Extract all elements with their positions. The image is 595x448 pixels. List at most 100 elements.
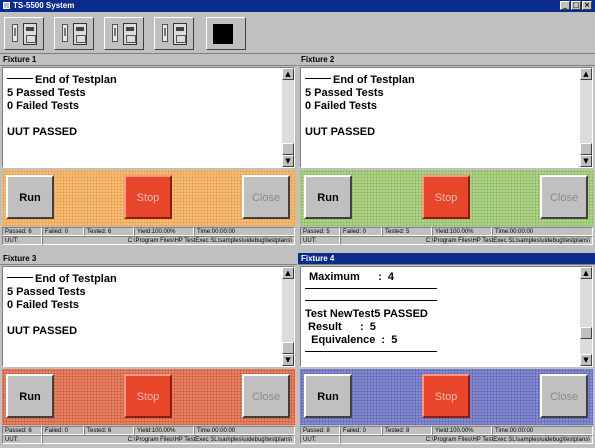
test-log[interactable]: End of Testplan 5 Passed Tests 0 Failed … [2,67,295,168]
scroll-up-icon[interactable]: ▲ [580,267,592,279]
uut-bar: UUT: C:\Program Files\HP TestExec SL\sam… [2,435,295,444]
testplan-path: C:\Program Files\HP TestExec SL\samples\… [42,435,295,444]
log-line: Result : 5 [305,321,376,333]
log-scrollbar[interactable]: ▲ ▼ [282,267,294,366]
close-window-button[interactable]: × [582,1,592,10]
fixture-title: Fixture 4 [298,253,595,265]
uut-label: UUT: [300,236,340,245]
uut-label: UUT: [2,236,42,245]
fixture-2-panel: Fixture 2 End of Testplan 5 Passed Tests… [298,54,595,248]
uut-bar: UUT: C:\Program Files\HP TestExec SL\sam… [300,435,593,444]
test-log[interactable]: End of Testplan 5 Passed Tests 0 Failed … [300,67,593,168]
passed-count: Passed: 8 [300,426,340,435]
run-button[interactable]: Run [304,374,352,418]
test-log[interactable]: Maximum : 4 Test NewTest5 PASSED Result … [300,266,593,367]
uut-bar: UUT: C:\Program Files\HP TestExec SL\sam… [2,236,295,245]
scroll-thumb[interactable] [282,342,294,354]
run-button[interactable]: Run [6,175,54,219]
stop-button[interactable]: Stop [124,374,172,418]
probe-icon [62,24,68,42]
log-line: Equivalence : 5 [305,334,398,346]
tested-count: Tested: 5 [382,227,432,236]
minimize-button[interactable]: _ [560,1,570,10]
passed-count: Passed: 5 [300,227,340,236]
scroll-down-icon[interactable]: ▼ [282,354,294,366]
stop-button[interactable]: Stop [124,175,172,219]
log-line: Test NewTest5 PASSED [305,308,428,320]
close-button[interactable]: Close [242,175,290,219]
close-button[interactable]: Close [540,374,588,418]
probe-icon [162,24,168,42]
fixture-title: Fixture 2 [298,54,595,66]
yield-value: Yield:100.00% [432,426,492,435]
scroll-thumb[interactable] [580,143,592,155]
board-icon [73,23,87,45]
scroll-up-icon[interactable]: ▲ [282,68,294,80]
testplan-path: C:\Program Files\HP TestExec SL\samples\… [42,236,295,245]
close-button[interactable]: Close [242,374,290,418]
testplan-path: C:\Program Files\HP TestExec SL\samples\… [340,236,593,245]
log-divider [305,351,578,359]
failed-count: Failed: 0 [340,426,382,435]
failed-count: Failed: 0 [340,227,382,236]
log-line: 0 Failed Tests [7,100,79,112]
maximize-button[interactable]: □ [571,1,581,10]
log-scrollbar[interactable]: ▲ ▼ [282,68,294,167]
probe-icon [112,24,118,42]
stop-button[interactable]: Stop [422,175,470,219]
failed-count: Failed: 0 [42,227,84,236]
scroll-thumb[interactable] [580,327,592,339]
time-value: Time:00:00:00 [194,227,295,236]
scroll-up-icon[interactable]: ▲ [282,267,294,279]
failed-count: Failed: 0 [42,426,84,435]
log-line: 0 Failed Tests [7,299,79,311]
log-line: 0 Failed Tests [305,100,377,112]
tested-count: Tested: 8 [382,426,432,435]
log-line: UUT PASSED [7,325,78,337]
test-log[interactable]: End of Testplan 5 Passed Tests 0 Failed … [2,266,295,367]
button-bar: Run Stop Close [2,170,295,226]
stats-bar: Passed: 6 Failed: 0 Tested: 6 Yield:100.… [2,426,295,435]
scroll-down-icon[interactable]: ▼ [580,354,592,366]
uut-label: UUT: [300,435,340,444]
stop-square-icon [213,24,233,44]
scroll-thumb[interactable] [282,143,294,155]
fixture-tool-1-button[interactable] [4,17,44,50]
yield-value: Yield:100.00% [134,227,194,236]
log-scrollbar[interactable]: ▲ ▼ [580,68,592,167]
log-line: End of Testplan [7,74,280,87]
close-button[interactable]: Close [540,175,588,219]
scroll-down-icon[interactable]: ▼ [282,155,294,167]
button-bar: Run Stop Close [300,369,593,425]
button-bar: Run Stop Close [2,369,295,425]
log-line: 5 Passed Tests [7,286,86,298]
log-divider [305,288,578,296]
run-button[interactable]: Run [304,175,352,219]
scroll-up-icon[interactable]: ▲ [580,68,592,80]
window-controls: _ □ × [560,1,592,10]
scroll-down-icon[interactable]: ▼ [580,155,592,167]
stats-bar: Passed: 5 Failed: 0 Tested: 5 Yield:100.… [300,227,593,236]
log-line: End of Testplan [7,273,280,286]
stop-button[interactable]: Stop [422,374,470,418]
button-bar: Run Stop Close [300,170,593,226]
fixture-tool-4-button[interactable] [154,17,194,50]
run-button[interactable]: Run [6,374,54,418]
log-line: UUT PASSED [305,126,376,138]
fixture-tool-3-button[interactable] [104,17,144,50]
stop-all-button[interactable] [206,17,246,50]
probe-icon [12,24,18,42]
log-scrollbar[interactable]: ▲ ▼ [580,267,592,366]
log-line: End of Testplan [305,74,578,87]
passed-count: Passed: 6 [2,426,42,435]
fixture-tool-2-button[interactable] [54,17,94,50]
log-line: 5 Passed Tests [305,87,384,99]
fixture-3-panel: Fixture 3 End of Testplan 5 Passed Tests… [0,253,297,447]
log-line [305,300,578,308]
time-value: Time:00:00:00 [194,426,295,435]
passed-count: Passed: 6 [2,227,42,236]
stats-bar: Passed: 8 Failed: 0 Tested: 8 Yield:100.… [300,426,593,435]
log-line: 5 Passed Tests [7,87,86,99]
fixture-1-panel: Fixture 1 End of Testplan 5 Passed Tests… [0,54,297,248]
